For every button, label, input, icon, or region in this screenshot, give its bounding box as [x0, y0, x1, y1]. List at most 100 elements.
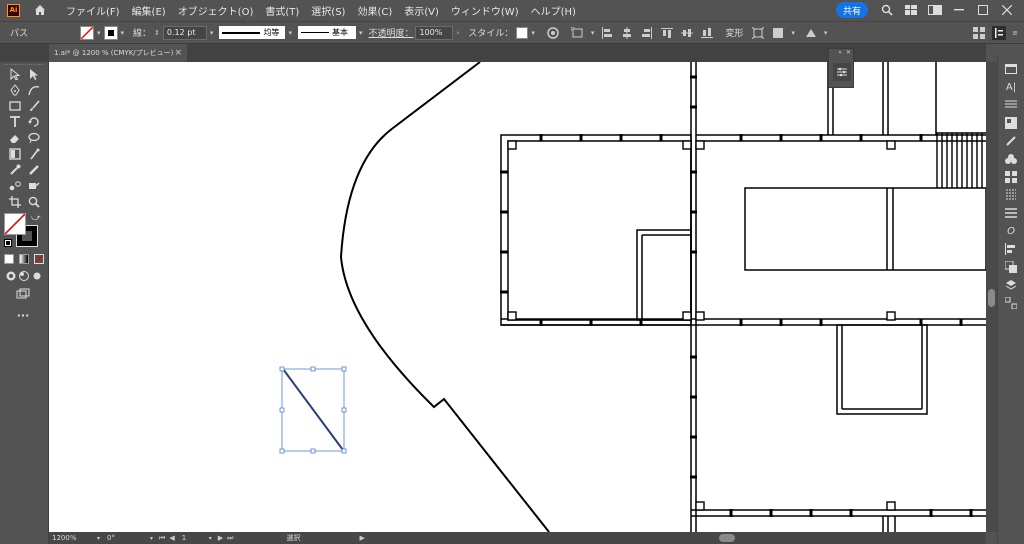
graphic-style-swatch[interactable] [516, 26, 529, 39]
vertical-scrollbar[interactable] [986, 62, 997, 532]
search-icon[interactable] [880, 3, 894, 17]
opentype-panel-icon[interactable]: O [1004, 224, 1018, 238]
arrange-panels-icon[interactable] [972, 26, 986, 40]
transform-label[interactable]: 変形 [725, 26, 743, 39]
artboard-canvas[interactable] [49, 62, 986, 532]
zoom-field[interactable]: 1200% [49, 532, 97, 544]
artboard-tool-icon[interactable] [8, 195, 22, 209]
rotate-tool-icon[interactable] [27, 115, 41, 129]
workspace-switcher-icon[interactable] [928, 3, 942, 17]
zoom-tool-icon[interactable] [27, 195, 41, 209]
previous-artboard-icon[interactable]: ◀ [169, 534, 174, 542]
measure-tool-icon[interactable] [27, 163, 41, 177]
none-mode-icon[interactable] [34, 254, 44, 264]
menu-view[interactable]: 表示(V) [398, 3, 445, 18]
paintbrush-tool-icon[interactable] [27, 99, 41, 113]
stroke-profile-select[interactable]: 均等 [219, 26, 286, 39]
align-top-icon[interactable] [660, 26, 674, 40]
vertical-scroll-thumb[interactable] [988, 289, 995, 307]
symbol-sprayer-tool-icon[interactable] [27, 147, 41, 161]
pen-tool-icon[interactable] [8, 83, 22, 97]
fill-color-box[interactable] [4, 213, 26, 235]
lasso-tool-icon[interactable] [27, 131, 41, 145]
eraser-tool-icon[interactable] [8, 131, 22, 145]
menu-edit[interactable]: 編集(E) [126, 3, 172, 18]
menu-object[interactable]: オブジェクト(O) [172, 3, 260, 18]
gradient-mode-icon[interactable] [19, 254, 29, 264]
artboard-dropdown-icon[interactable]: ▾ [209, 535, 212, 542]
current-tool-display[interactable]: 選択 [283, 532, 353, 544]
collapse-panel-icon[interactable]: « [838, 49, 842, 58]
home-icon[interactable] [34, 4, 46, 16]
brush-select[interactable]: 基本 [297, 26, 356, 39]
horizontal-scrollbar[interactable] [529, 534, 985, 542]
properties-panel-toggle-icon[interactable] [992, 25, 1007, 40]
draw-behind-icon[interactable] [17, 269, 31, 283]
menu-window[interactable]: ウィンドウ(W) [445, 3, 525, 18]
stroke-profile-dropdown-icon[interactable]: ▾ [288, 29, 292, 37]
graphic-styles-panel-icon[interactable] [1004, 170, 1018, 184]
blend-tool-icon[interactable] [8, 179, 22, 193]
swatches-panel-icon[interactable] [1004, 116, 1018, 130]
last-artboard-icon[interactable]: ⏭ [227, 534, 233, 543]
style-dropdown-icon[interactable]: ▾ [531, 29, 535, 37]
rotation-field[interactable]: 0° [104, 532, 150, 544]
direct-selection-tool-icon[interactable] [27, 67, 41, 81]
status-menu-arrow-icon[interactable]: ▶ [359, 534, 364, 542]
next-artboard-icon[interactable]: ▶ [218, 534, 223, 542]
menu-file[interactable]: ファイル(F) [60, 3, 126, 18]
close-window-icon[interactable] [1000, 3, 1014, 17]
type-tool-icon[interactable] [8, 115, 22, 129]
stroke-weight-dropdown-icon[interactable]: ▾ [210, 29, 214, 37]
menu-select[interactable]: 選択(S) [305, 3, 351, 18]
first-artboard-icon[interactable]: ⏮ [159, 534, 165, 543]
align-to-dropdown-icon[interactable]: ▾ [591, 29, 595, 37]
warp-dropdown-icon[interactable]: ▾ [824, 29, 828, 37]
pathfinder-panel-icon[interactable] [1004, 260, 1018, 274]
puppet-warp-icon[interactable] [804, 26, 818, 40]
align-bottom-icon[interactable] [700, 26, 714, 40]
arrange-documents-icon[interactable] [904, 3, 918, 17]
isolate-group-icon[interactable] [751, 26, 765, 40]
rotation-dropdown-icon[interactable]: ▾ [150, 535, 153, 542]
close-document-icon[interactable]: × [174, 48, 182, 58]
align-middle-icon[interactable] [680, 26, 694, 40]
gradient-tool-icon[interactable] [8, 147, 22, 161]
maximize-icon[interactable] [976, 3, 990, 17]
opacity-arrow-icon[interactable]: › [456, 29, 459, 37]
align-panel-icon[interactable] [1004, 242, 1018, 256]
default-fill-stroke-icon[interactable] [4, 239, 12, 247]
eyedropper-tool-icon[interactable] [8, 163, 22, 177]
shape-dropdown-icon[interactable]: ▾ [791, 29, 795, 37]
edit-toolbar-icon[interactable]: ··· [16, 308, 30, 322]
selection-tool-icon[interactable] [8, 67, 22, 81]
properties-sliders-icon[interactable] [833, 63, 851, 81]
opacity-field[interactable]: 100% [415, 25, 454, 40]
menu-help[interactable]: ヘルプ(H) [525, 3, 582, 18]
layers-panel-icon[interactable] [1004, 278, 1018, 292]
align-to-icon[interactable] [570, 26, 585, 40]
live-paint-tool-icon[interactable] [27, 179, 41, 193]
properties-panel-icon[interactable] [1004, 62, 1018, 76]
draw-inside-icon[interactable] [30, 269, 44, 283]
stroke-weight-stepper-icon[interactable]: ⇕ [154, 29, 160, 37]
fill-swatch[interactable] [80, 25, 94, 40]
artboard-number-field[interactable]: 1 [179, 532, 209, 544]
minimize-icon[interactable] [952, 3, 966, 17]
symbols-panel-icon[interactable] [1004, 152, 1018, 166]
align-right-icon[interactable] [640, 26, 654, 40]
artboards-panel-icon[interactable] [1004, 296, 1018, 310]
document-tab[interactable]: 1.ai* @ 1200 % (CMYK/プレビュー) × [49, 44, 187, 62]
rectangle-tool-icon[interactable] [8, 99, 22, 113]
menu-effect[interactable]: 効果(C) [351, 3, 398, 18]
fill-dropdown-icon[interactable]: ▾ [97, 29, 101, 37]
panel-menu-icon[interactable]: ≡ [1012, 29, 1018, 37]
share-button[interactable]: 共有 [835, 2, 868, 18]
selected-path[interactable] [279, 366, 347, 454]
stroke-swatch[interactable] [103, 25, 118, 40]
align-center-icon[interactable] [620, 26, 634, 40]
screen-mode-icon[interactable] [16, 287, 30, 301]
draw-normal-icon[interactable] [4, 269, 18, 283]
color-mode-icon[interactable] [4, 254, 14, 264]
opacity-label[interactable]: 不透明度： [368, 26, 413, 39]
